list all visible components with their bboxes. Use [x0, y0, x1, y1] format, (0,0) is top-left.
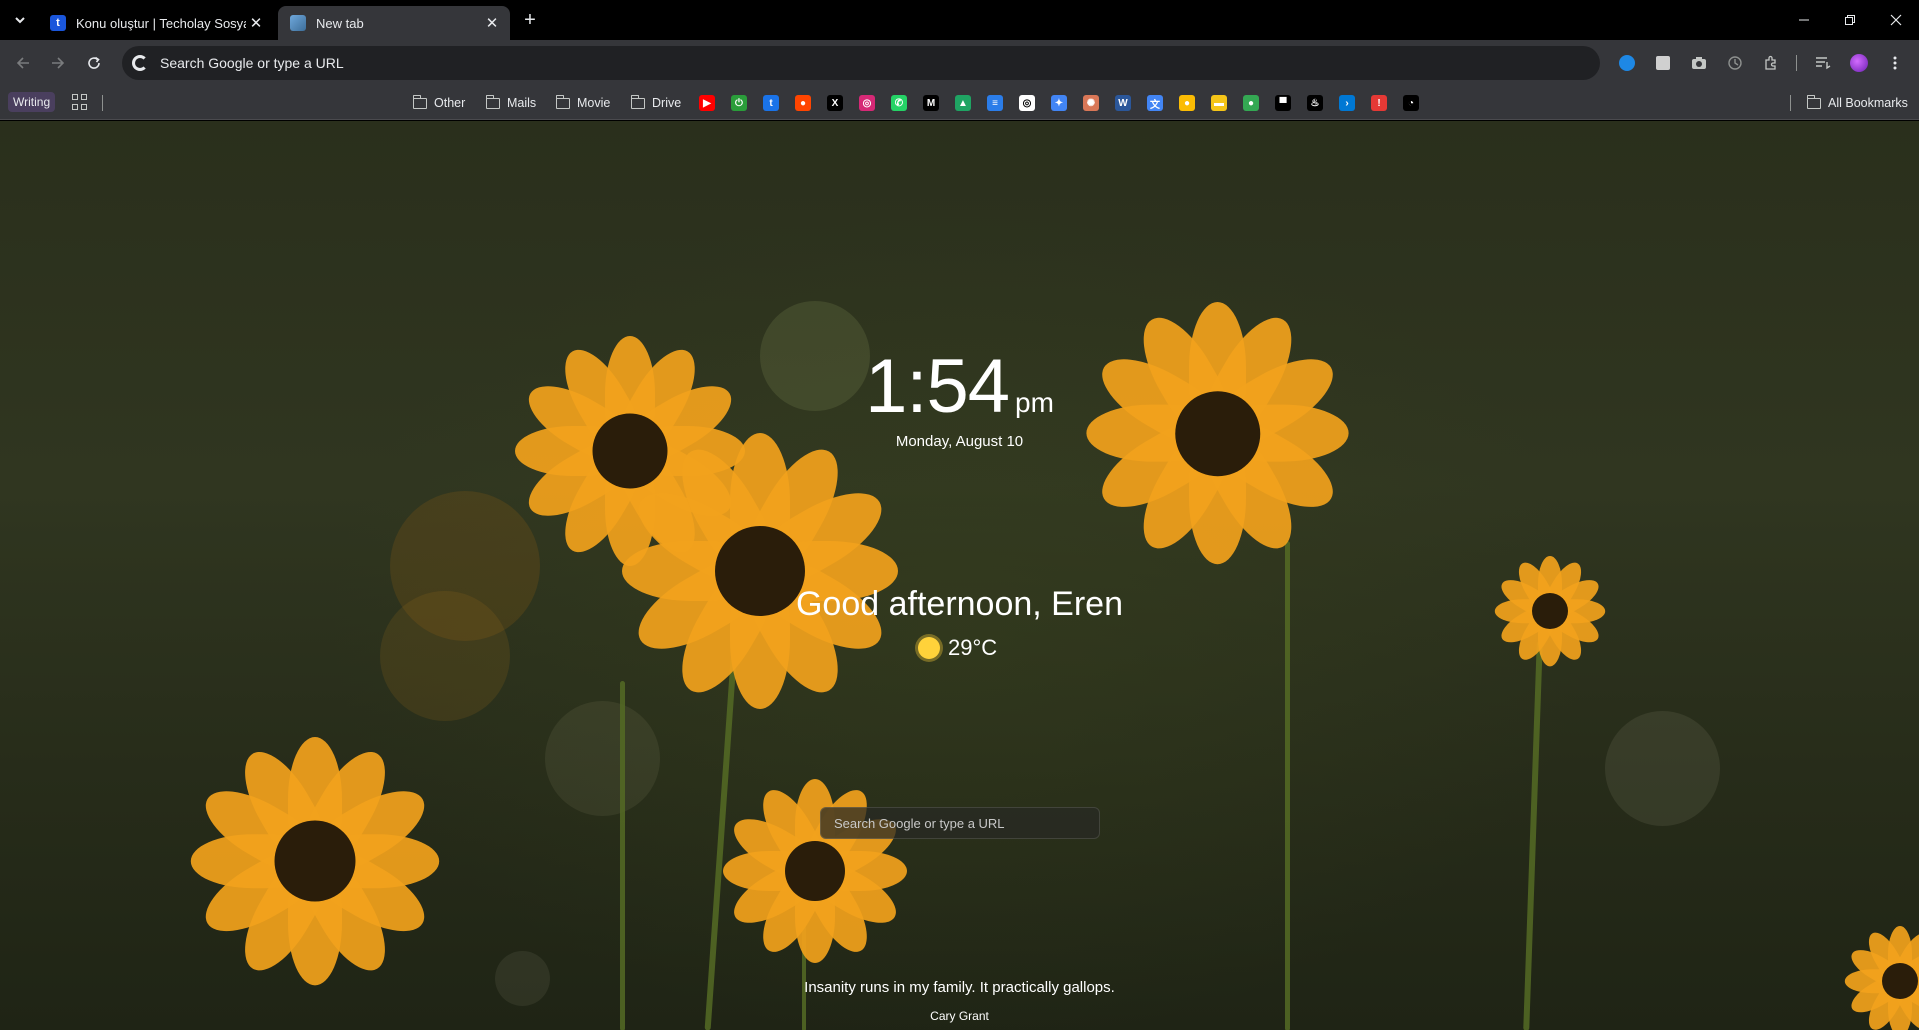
sun-icon: [918, 637, 940, 659]
bokeh-circle: [1605, 711, 1720, 826]
chatgpt-icon[interactable]: ◎: [1019, 95, 1035, 111]
clock-time: 1:54: [865, 344, 1010, 429]
apps-grid-icon[interactable]: [72, 94, 88, 110]
bookmarks-divider: [102, 95, 103, 111]
google-drive-icon[interactable]: ▲: [955, 95, 971, 111]
restore-icon[interactable]: [1828, 0, 1872, 40]
google-icon: [132, 55, 148, 71]
folder-label: Other: [434, 96, 466, 110]
techolay-favicon-icon: t: [50, 15, 66, 31]
alert-icon[interactable]: !: [1371, 95, 1387, 111]
back-icon[interactable]: [10, 50, 36, 76]
flower: [180, 721, 450, 1001]
bookmark-folder-other[interactable]: Other: [412, 94, 466, 112]
folder-icon: [485, 94, 500, 109]
omnibox-placeholder: Search Google or type a URL: [160, 55, 344, 71]
bookmark-folder-drive[interactable]: Drive: [630, 94, 682, 112]
tab-title: New tab: [316, 15, 364, 31]
whatsapp-icon[interactable]: ✆: [891, 95, 907, 111]
folder-icon: [555, 94, 570, 109]
folder-label: Mails: [507, 96, 537, 110]
steam-icon[interactable]: ♨: [1307, 95, 1323, 111]
maps-icon[interactable]: ●: [1243, 95, 1259, 111]
greeting: Good afternoon, Eren: [795, 585, 1123, 623]
flower: [605, 421, 915, 721]
flower-center: [785, 841, 845, 901]
folder-label: Drive: [652, 96, 682, 110]
history-icon[interactable]: [1724, 52, 1746, 74]
quote-text: Insanity runs in my family. It practical…: [804, 979, 1115, 996]
stack-icon[interactable]: ≡: [987, 95, 1003, 111]
close-tab-icon[interactable]: ✕: [482, 13, 502, 33]
reload-icon[interactable]: [81, 50, 107, 76]
bookmarks-divider: [1790, 95, 1791, 111]
menu-more-icon[interactable]: [1884, 52, 1906, 74]
all-bookmarks-button[interactable]: All Bookmarks: [1806, 94, 1908, 112]
translate-icon[interactable]: 文: [1147, 95, 1163, 111]
reddit-icon[interactable]: ●: [795, 95, 811, 111]
word-icon[interactable]: W: [1115, 95, 1131, 111]
github-icon[interactable]: ◔: [1403, 95, 1419, 111]
clock: 1:54 pm: [0, 343, 1919, 430]
folder-icon: [630, 94, 645, 109]
folder-icon: [412, 94, 427, 109]
flower-stem: [620, 681, 625, 1030]
bookmarks-bar: Writing Other Mails Movie Drive ▶ ⏻ t ● X ◎ ✆ M…: [0, 86, 1919, 120]
printer-icon[interactable]: ▀: [1275, 95, 1291, 111]
keep-icon[interactable]: ●: [1179, 95, 1195, 111]
temperature: 29°C: [948, 635, 998, 660]
x-icon[interactable]: X: [827, 95, 843, 111]
flower-stem: [1523, 641, 1543, 1030]
toolbar-divider: [1796, 55, 1797, 71]
browser-toolbar: Search Google or type a URL: [0, 40, 1919, 86]
new-tab-page: 1:54 pm Monday, August 10 Good afternoon,…: [0, 121, 1919, 1030]
folder-label: Movie: [577, 96, 611, 110]
forward-icon[interactable]: [45, 50, 71, 76]
tab-title: Konu oluştur | Techolay Sosyal: [76, 15, 246, 31]
tab-strip: t Konu oluştur | Techolay Sosyal ✕ New t…: [0, 0, 1919, 40]
close-window-icon[interactable]: [1874, 0, 1918, 40]
weather-widget[interactable]: 29°C: [918, 633, 997, 663]
folder-icon: [1806, 94, 1821, 109]
gemini-icon[interactable]: ✦: [1051, 95, 1067, 111]
bookmark-folder-movie[interactable]: Movie: [555, 94, 611, 112]
date-label: Monday, August 10: [895, 433, 1024, 450]
new-tab-favicon-icon: [290, 15, 306, 31]
camera-icon[interactable]: [1688, 52, 1710, 74]
tab-search-chevron-icon[interactable]: [8, 8, 32, 32]
bokeh-circle: [545, 701, 660, 816]
bookmark-folder-mails[interactable]: Mails: [485, 94, 537, 112]
extension-square-icon[interactable]: [1652, 52, 1674, 74]
shazam-extension-icon[interactable]: [1616, 52, 1638, 74]
quote-author: Cary Grant: [930, 1009, 989, 1023]
minimize-icon[interactable]: [1782, 0, 1826, 40]
instagram-icon[interactable]: ◎: [859, 95, 875, 111]
clock-ampm: pm: [1015, 387, 1054, 418]
flower: [700, 771, 930, 971]
omnibox[interactable]: Search Google or type a URL: [122, 46, 1600, 80]
imdb-icon[interactable]: ▬: [1211, 95, 1227, 111]
power-icon[interactable]: ⏻: [731, 95, 747, 111]
medium-icon[interactable]: M: [923, 95, 939, 111]
terminal-icon[interactable]: ›: [1339, 95, 1355, 111]
flower-center: [274, 820, 356, 902]
writing-bookmark[interactable]: Writing: [8, 92, 56, 112]
claude-icon[interactable]: ✺: [1083, 95, 1099, 111]
youtube-icon[interactable]: ▶: [699, 95, 715, 111]
extensions-puzzle-icon[interactable]: [1760, 52, 1782, 74]
tab-new-tab[interactable]: New tab ✕: [278, 6, 510, 40]
new-tab-button[interactable]: +: [518, 8, 542, 32]
search-input[interactable]: Search Google or type a URL: [820, 807, 1100, 839]
techolay-icon[interactable]: t: [763, 95, 779, 111]
profile-avatar[interactable]: [1848, 52, 1870, 74]
reading-list-icon[interactable]: [1812, 52, 1834, 74]
all-bookmarks-label: All Bookmarks: [1828, 96, 1908, 110]
tab-techolay[interactable]: t Konu oluştur | Techolay Sosyal ✕: [38, 6, 274, 40]
close-tab-icon[interactable]: ✕: [246, 13, 266, 33]
